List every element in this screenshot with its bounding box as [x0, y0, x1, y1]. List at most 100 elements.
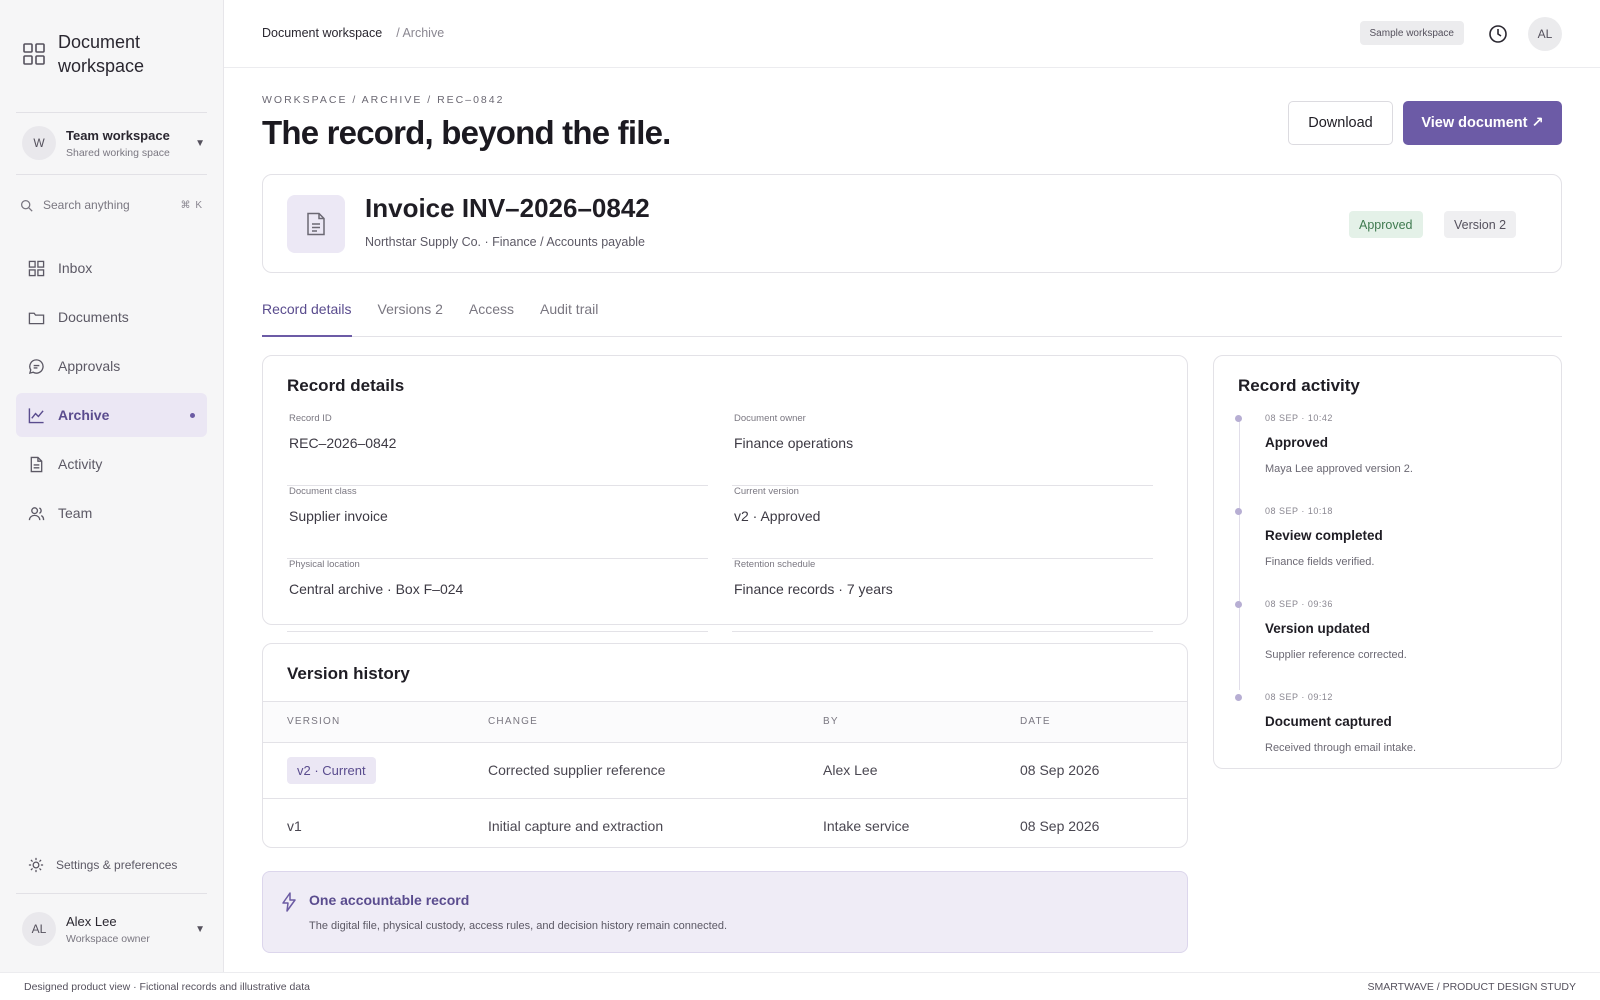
active-indicator: [190, 412, 195, 418]
event-time: 08 SEP · 09:12: [1265, 692, 1333, 702]
sidebar-item-label: Inbox: [58, 260, 93, 276]
timeline-dot: [1235, 508, 1242, 515]
page-breadcrumb: WORKSPACE / ARCHIVE / REC–0842: [262, 94, 505, 106]
brand[interactable]: Document workspace: [22, 30, 178, 78]
card-title: Record details: [287, 376, 405, 395]
breadcrumb-root[interactable]: Document workspace: [262, 26, 382, 40]
timeline-dot: [1235, 694, 1242, 701]
field-label: Retention schedule: [734, 559, 816, 570]
table-cell: v1: [287, 818, 302, 834]
workspace-subtitle: Shared working space: [66, 146, 170, 159]
history-icon[interactable]: [1488, 24, 1508, 44]
timeline-dot: [1235, 415, 1242, 422]
view-document-button[interactable]: View document ↗: [1403, 101, 1562, 145]
table-cell: Alex Lee: [823, 762, 878, 778]
field-record-id: Record ID REC–2026–0842: [287, 413, 708, 486]
table-cell: Intake service: [823, 818, 910, 834]
avatar[interactable]: AL: [1528, 17, 1562, 51]
tab-access[interactable]: Access: [469, 293, 514, 337]
sidebar-item-activity[interactable]: Activity: [16, 442, 207, 486]
activity-event: 08 SEP · 10:18 Review completed Finance …: [1235, 506, 1545, 568]
sidebar-item-documents[interactable]: Documents: [16, 295, 207, 339]
field-value: Finance records · 7 years: [734, 581, 893, 597]
grid-icon: [28, 260, 45, 276]
grid-icon: [23, 43, 45, 65]
search-placeholder: Search anything: [43, 198, 130, 212]
sidebar-item-label: Team: [58, 505, 93, 521]
workspace-switcher[interactable]: W Team workspace Shared working space ▼: [22, 126, 205, 160]
field-value: REC–2026–0842: [289, 435, 397, 451]
sidebar-item-archive[interactable]: Archive: [16, 393, 207, 437]
event-name: Version updated: [1265, 621, 1371, 636]
footer-note: Designed product view · Fictional record…: [24, 980, 310, 993]
record-details-card: Record details Record ID REC–2026–0842 D…: [262, 355, 1188, 632]
sun-gear-icon: [28, 857, 44, 873]
search-icon: [20, 199, 33, 212]
document-icon: [287, 195, 345, 253]
download-button[interactable]: Download: [1288, 101, 1393, 145]
field-document-class: Document class Supplier invoice: [287, 486, 708, 559]
tab-record-details[interactable]: Record details: [262, 293, 352, 337]
settings-link[interactable]: Settings & preferences: [28, 857, 177, 873]
document-header-card: Invoice INV–2026–0842 Northstar Supply C…: [262, 174, 1562, 273]
sidebar: Document workspace W Team workspace Shar…: [0, 0, 224, 972]
table-cell: Initial capture and extraction: [488, 818, 664, 834]
document-title: Invoice INV–2026–0842: [365, 193, 650, 223]
table-cell: Corrected supplier reference: [488, 762, 666, 778]
field-label: Record ID: [289, 413, 332, 424]
version-history-card: Version history VERSION CHANGE BY DATE v…: [262, 643, 1188, 848]
sidebar-item-approvals[interactable]: Approvals: [16, 344, 207, 388]
divider: [16, 112, 207, 113]
top-bar: Document workspace / Archive Sample works…: [224, 0, 1600, 68]
column-header: DATE: [1020, 716, 1051, 727]
app-title: Document workspace: [58, 32, 145, 76]
sidebar-item-label: Activity: [58, 456, 103, 472]
table-row[interactable]: v1 Initial capture and extraction Intake…: [263, 799, 1187, 855]
document-subtitle: Northstar Supply Co. · Finance / Account…: [365, 235, 646, 249]
table-cell: 08 Sep 2026: [1020, 762, 1100, 778]
accountable-record-callout: One accountable record The digital file,…: [262, 871, 1188, 953]
avatar: AL: [22, 912, 56, 946]
field-retention-schedule: Retention schedule Finance records · 7 y…: [732, 559, 1153, 632]
page-title: The record, beyond the file.: [262, 114, 671, 151]
version-badge: Version 2: [1444, 211, 1517, 238]
footer-credit: SMARTWAVE / PRODUCT DESIGN STUDY: [1367, 980, 1576, 993]
sidebar-nav: Inbox Documents Approvals Archive Activi…: [16, 246, 207, 540]
timeline-dot: [1235, 601, 1242, 608]
user-menu[interactable]: AL Alex Lee Workspace owner ▼: [22, 912, 205, 946]
table-cell: 08 Sep 2026: [1020, 818, 1100, 834]
version-pill: v2 · Current: [287, 757, 376, 784]
tab-versions[interactable]: Versions 2: [378, 293, 443, 337]
event-name: Review completed: [1265, 528, 1383, 543]
timeline-line: [1239, 418, 1240, 690]
sidebar-item-inbox[interactable]: Inbox: [16, 246, 207, 290]
sidebar-item-team[interactable]: Team: [16, 491, 207, 535]
event-time: 08 SEP · 10:42: [1265, 413, 1333, 423]
record-activity-card: Record activity 08 SEP · 10:42 Approved …: [1213, 355, 1562, 769]
event-time: 08 SEP · 10:18: [1265, 506, 1333, 516]
search-input[interactable]: Search anything ⌘ K: [20, 198, 203, 212]
chevron-down-icon[interactable]: ▼: [195, 924, 205, 935]
column-header: BY: [823, 716, 839, 727]
workspace-avatar: W: [22, 126, 56, 160]
field-value: Central archive · Box F–024: [289, 581, 464, 597]
column-header: VERSION: [287, 716, 341, 727]
chat-bubble-icon: [28, 358, 44, 374]
table-header: VERSION CHANGE BY DATE: [263, 701, 1187, 743]
event-time: 08 SEP · 09:36: [1265, 599, 1333, 609]
breadcrumb: Document workspace / Archive: [262, 26, 444, 40]
workspace-badge: Sample workspace: [1359, 21, 1464, 45]
event-name: Approved: [1265, 435, 1329, 450]
event-desc: Maya Lee approved version 2.: [1265, 463, 1413, 475]
field-label: Document owner: [734, 413, 806, 424]
users-icon: [28, 506, 45, 520]
chevron-down-icon[interactable]: ▼: [195, 138, 205, 149]
event-desc: Finance fields verified.: [1265, 556, 1375, 568]
lightning-icon: [282, 892, 296, 912]
divider: [16, 174, 207, 175]
workspace-name: Team workspace: [66, 127, 170, 143]
user-role: Workspace owner: [66, 932, 150, 945]
tab-audit-trail[interactable]: Audit trail: [540, 293, 598, 337]
column-header: CHANGE: [488, 716, 538, 727]
table-row[interactable]: v2 · Current Corrected supplier referenc…: [263, 743, 1187, 799]
